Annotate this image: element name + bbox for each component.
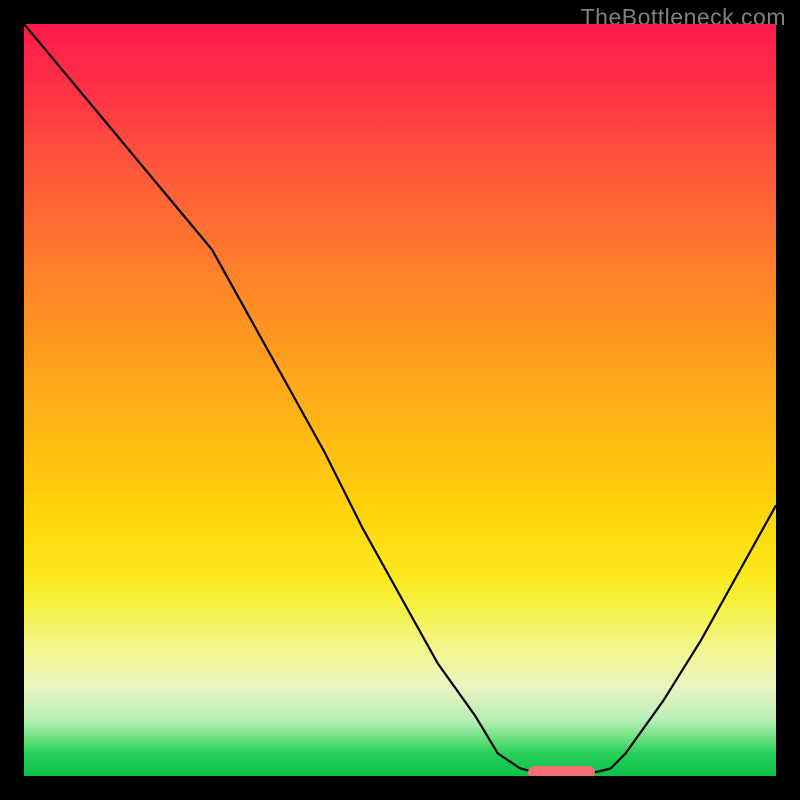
chart-svg (24, 24, 776, 776)
bottleneck-curve (24, 24, 776, 776)
chart-plot-area (24, 24, 776, 776)
optimum-marker (528, 766, 595, 776)
